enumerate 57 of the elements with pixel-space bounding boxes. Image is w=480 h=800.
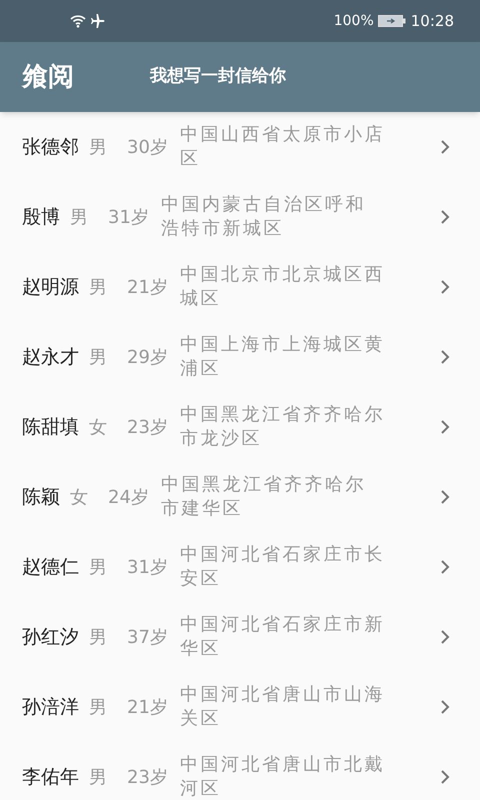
address-text: 中国山西省太原市小店区 — [180, 123, 385, 171]
chevron-right-icon — [440, 349, 450, 365]
age-label: 29岁 — [127, 346, 168, 370]
gender-label: 男 — [89, 346, 107, 370]
header-title: 我想写一封信给你 — [150, 65, 286, 88]
gender-label: 男 — [89, 766, 107, 790]
person-name: 李佑年 — [22, 764, 79, 790]
airplane-icon — [90, 13, 106, 29]
age-label: 37岁 — [127, 626, 168, 650]
person-name: 殷博 — [22, 204, 60, 230]
person-name: 赵永才 — [22, 344, 79, 370]
app-logo: 飨阅 — [22, 60, 74, 94]
person-name: 陈甜填 — [22, 414, 79, 440]
chevron-right-icon — [440, 279, 450, 295]
address-text: 中国黑龙江省齐齐哈尔市龙沙区 — [180, 403, 385, 451]
age-label: 31岁 — [127, 556, 168, 580]
battery-percent: 100% — [334, 12, 374, 30]
address-text: 中国北京市北京城区西城区 — [180, 263, 385, 311]
person-name: 孙红汐 — [22, 624, 79, 650]
age-label: 23岁 — [127, 766, 168, 790]
clock: 10:28 — [410, 10, 454, 32]
chevron-right-icon — [440, 559, 450, 575]
person-name: 陈颖 — [22, 484, 60, 510]
age-label: 21岁 — [127, 276, 168, 300]
chevron-right-icon — [440, 629, 450, 645]
address-text: 中国河北省唐山市北戴河区 — [180, 753, 385, 800]
battery-icon — [378, 15, 406, 27]
chevron-right-icon — [440, 209, 450, 225]
age-label: 30岁 — [127, 136, 168, 160]
person-name: 赵德仁 — [22, 554, 79, 580]
age-label: 21岁 — [127, 696, 168, 720]
gender-label: 男 — [89, 626, 107, 650]
person-name: 孙涪洋 — [22, 694, 79, 720]
gender-label: 男 — [89, 136, 107, 160]
age-label: 23岁 — [127, 416, 168, 440]
address-text: 中国黑龙江省齐齐哈尔市建华区 — [160, 473, 366, 521]
gender-label: 男 — [89, 696, 107, 720]
chevron-right-icon — [440, 699, 450, 715]
age-label: 31岁 — [108, 206, 149, 230]
gender-label: 男 — [89, 556, 107, 580]
age-label: 24岁 — [108, 486, 149, 510]
gender-label: 女 — [89, 416, 107, 440]
person-name: 张德邻 — [22, 134, 79, 160]
gender-label: 女 — [70, 486, 88, 510]
gender-label: 男 — [89, 276, 107, 300]
chevron-right-icon — [440, 419, 450, 435]
wifi-icon — [70, 14, 86, 28]
address-text: 中国河北省石家庄市新华区 — [180, 613, 385, 661]
person-name: 赵明源 — [22, 274, 79, 300]
chevron-right-icon — [440, 769, 450, 785]
chevron-right-icon — [440, 139, 450, 155]
chevron-right-icon — [440, 489, 450, 505]
address-text: 中国河北省石家庄市长安区 — [180, 543, 385, 591]
address-text: 中国上海市上海城区黄浦区 — [180, 333, 385, 381]
address-text: 中国河北省唐山市山海关区 — [180, 683, 385, 731]
address-text: 中国内蒙古自治区呼和浩特市新城区 — [160, 193, 366, 241]
gender-label: 男 — [70, 206, 88, 230]
